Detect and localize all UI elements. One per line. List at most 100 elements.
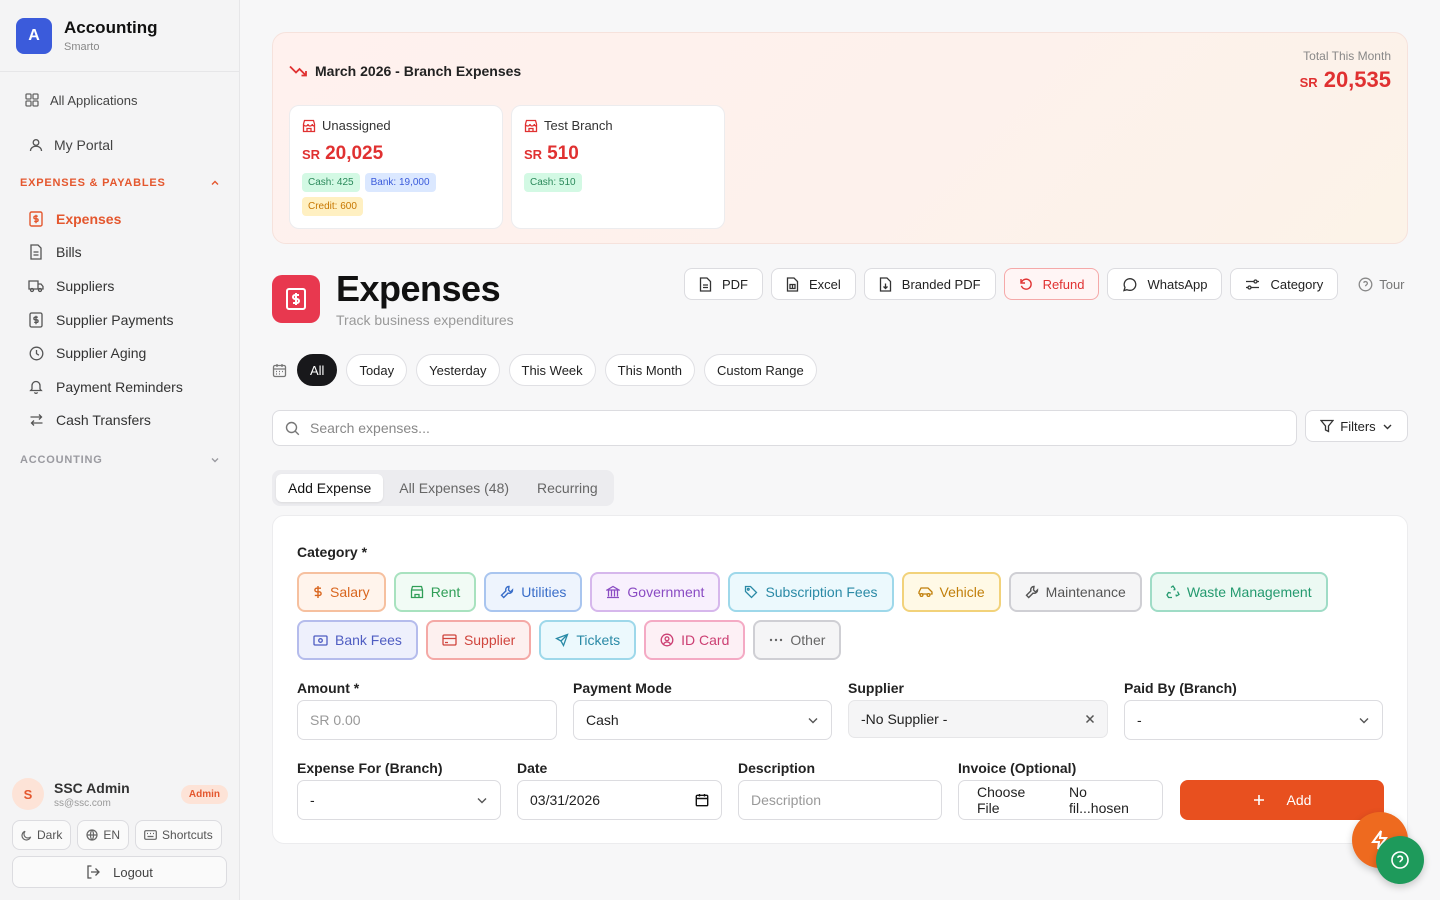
globe-icon [86, 829, 98, 841]
category-waste-management[interactable]: Waste Management [1149, 572, 1328, 612]
add-expense-button[interactable]: Add [1180, 780, 1384, 820]
sidebar-item-label: Payment Reminders [56, 378, 183, 395]
close-icon[interactable] [1085, 714, 1095, 724]
category-bank-fees[interactable]: Bank Fees [297, 620, 418, 660]
category-tickets[interactable]: Tickets [539, 620, 637, 660]
chevron-down-icon [1358, 714, 1370, 726]
branch-expenses-summary: March 2026 - Branch Expenses Total This … [272, 32, 1408, 244]
category-id-card-label: ID Card [681, 632, 730, 648]
category-label: Category * [297, 544, 368, 560]
branch-card-unassigned[interactable]: Unassigned SR 20,025 Cash: 425 Bank: 19,… [289, 105, 503, 229]
export-excel-button[interactable]: Excel [771, 268, 856, 300]
supplier-select[interactable]: -No Supplier - [848, 700, 1108, 738]
calendar-icon[interactable] [695, 793, 709, 807]
category-government[interactable]: Government [590, 572, 721, 612]
category-rent[interactable]: Rent [393, 572, 477, 612]
sidebar-item-label: Suppliers [56, 277, 115, 294]
description-placeholder: Description [751, 792, 822, 808]
sidebar-item-bills[interactable]: Bills [28, 236, 228, 270]
date-filter-yesterday[interactable]: Yesterday [416, 354, 500, 386]
user-profile[interactable]: S SSC Admin ss@ssc.com Admin [12, 778, 228, 810]
branch-amount: 20,025 [325, 143, 384, 164]
category-utilities[interactable]: Utilities [484, 572, 583, 612]
sidebar-item-supplier-aging[interactable]: Supplier Aging [28, 336, 228, 370]
summary-title: March 2026 - Branch Expenses [289, 63, 521, 79]
language-button[interactable]: EN [77, 820, 130, 850]
store-icon [410, 585, 424, 599]
search-input[interactable]: Search expenses... [272, 410, 1297, 446]
section-expenses-toggle[interactable]: EXPENSES & PAYABLES [20, 177, 220, 189]
date-filter-this-week[interactable]: This Week [508, 354, 596, 386]
tab-all-expenses[interactable]: All Expenses (48) [387, 474, 521, 502]
brand[interactable]: A Accounting Smarto [0, 0, 239, 72]
cash-chip: Cash: 425 [302, 173, 360, 192]
logout-button[interactable]: Logout [12, 856, 227, 888]
date-input[interactable]: 03/31/2026 [517, 780, 722, 820]
category-subscription-fees[interactable]: Subscription Fees [728, 572, 894, 612]
wrench-icon [1025, 585, 1039, 599]
sidebar-item-label: Bills [56, 244, 82, 261]
logout-label: Logout [113, 864, 153, 880]
header-actions: PDF Excel Branded PDF Refund WhatsApp Ca… [684, 268, 1405, 300]
branded-pdf-button[interactable]: Branded PDF [863, 268, 996, 300]
supplier-label: Supplier [848, 680, 905, 696]
bell-icon [28, 379, 44, 395]
category-maintenance[interactable]: Maintenance [1008, 572, 1142, 612]
category-supplier[interactable]: Supplier [425, 620, 532, 660]
expense-for-select[interactable]: - [297, 780, 501, 820]
moon-icon [21, 830, 32, 841]
category-salary[interactable]: Salary [297, 572, 386, 612]
tab-recurring[interactable]: Recurring [525, 474, 610, 502]
trending-down-icon [289, 65, 307, 77]
sidebar-item-label: Supplier Aging [56, 345, 147, 362]
my-portal-link[interactable]: My Portal [28, 130, 113, 160]
sidebar-item-expenses[interactable]: Expenses [28, 202, 228, 236]
shortcuts-button[interactable]: Shortcuts [135, 820, 222, 850]
page-subtitle: Track business expenditures [336, 312, 514, 328]
clock-icon [28, 345, 44, 361]
theme-label: Dark [37, 828, 63, 842]
category-vehicle[interactable]: Vehicle [901, 572, 1001, 612]
date-filter-custom-range[interactable]: Custom Range [703, 354, 817, 386]
all-applications-link[interactable]: All Applications [24, 85, 137, 115]
choose-file-button[interactable]: Choose File [977, 784, 1051, 816]
section-accounting-toggle[interactable]: ACCOUNTING [20, 454, 220, 466]
dollar-icon [313, 585, 323, 599]
category-maintenance-label: Maintenance [1045, 584, 1126, 600]
whatsapp-button[interactable]: WhatsApp [1107, 268, 1223, 300]
date-range-filter: All Today Yesterday This Week This Month… [272, 354, 817, 386]
category-salary-label: Salary [330, 584, 370, 600]
help-button[interactable] [1376, 836, 1424, 884]
paid-by-select[interactable]: - [1124, 700, 1383, 740]
date-value: 03/31/2026 [530, 792, 601, 808]
chevron-down-icon [1382, 421, 1393, 432]
sidebar-item-cash-transfers[interactable]: Cash Transfers [28, 404, 228, 438]
doc-icon [28, 244, 44, 261]
category-id-card[interactable]: ID Card [644, 620, 746, 660]
sidebar: A Accounting Smarto All Applications My … [0, 0, 240, 900]
filters-button[interactable]: Filters [1305, 410, 1408, 442]
sidebar-item-supplier-payments[interactable]: Supplier Payments [28, 303, 228, 337]
refund-button[interactable]: Refund [1003, 268, 1100, 300]
pdf-label: PDF [722, 276, 748, 292]
description-input[interactable]: Description [738, 780, 942, 820]
currency-label: SR [1299, 75, 1318, 90]
calendar-icon [272, 363, 288, 378]
tour-button[interactable]: Tour [1358, 277, 1405, 292]
tab-add-expense[interactable]: Add Expense [276, 474, 384, 502]
category-button[interactable]: Category [1230, 268, 1339, 300]
invoice-file-input[interactable]: Choose File No fil...hosen [958, 780, 1163, 820]
payment-mode-select[interactable]: Cash [573, 700, 832, 740]
amount-input[interactable]: SR 0.00 [297, 700, 557, 740]
store-icon [302, 119, 316, 133]
theme-toggle-button[interactable]: Dark [12, 820, 72, 850]
date-filter-today[interactable]: Today [346, 354, 408, 386]
sidebar-item-suppliers[interactable]: Suppliers [28, 269, 228, 303]
category-other[interactable]: Other [753, 620, 842, 660]
date-filter-all[interactable]: All [297, 354, 338, 386]
filter-icon [1320, 419, 1335, 433]
date-filter-this-month[interactable]: This Month [604, 354, 695, 386]
branch-card-test-branch[interactable]: Test Branch SR 510 Cash: 510 [511, 105, 725, 229]
sidebar-item-payment-reminders[interactable]: Payment Reminders [28, 370, 228, 404]
export-pdf-button[interactable]: PDF [684, 268, 763, 300]
